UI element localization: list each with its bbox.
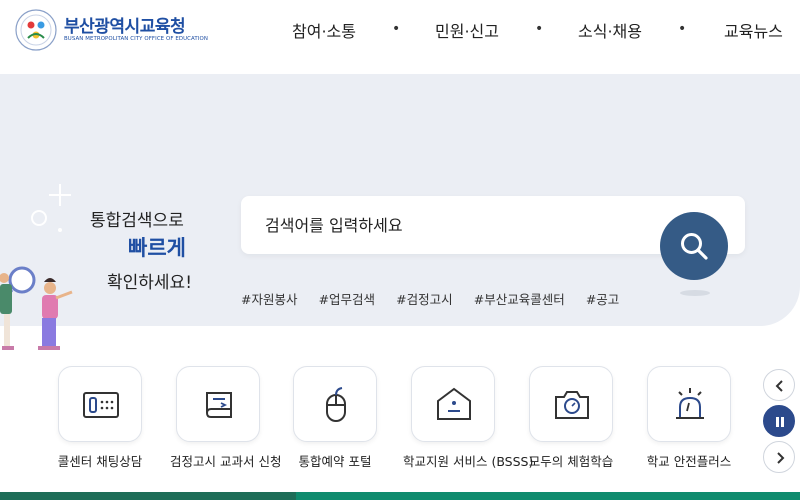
tag-work-search[interactable]: #업무검색 <box>319 289 375 308</box>
popular-tags: #자원봉사 #업무검색 #검정고시 #부산교육콜센터 #공고 <box>241 289 635 307</box>
emblem-icon <box>15 9 57 51</box>
mouse-icon <box>326 387 346 422</box>
nav-news-recruit[interactable]: 소식·채용 <box>578 18 642 42</box>
search-icon <box>681 233 708 260</box>
quick-menu-label: 학교지원 서비스 (BSSS) <box>403 454 534 469</box>
hero-line-1: 통합검색으로 <box>90 211 184 231</box>
school-support-icon <box>437 387 471 420</box>
chat-terminal-icon <box>83 392 119 418</box>
nav-separator: • <box>392 21 401 37</box>
quick-menu-label: 통합예약 포털 <box>298 454 372 469</box>
carousel-next-button[interactable] <box>763 441 795 473</box>
quick-menu-label: 모두의 체험학습 <box>528 454 614 469</box>
quick-menu-label: 학교 안전플러스 <box>646 454 732 469</box>
tag-volunteer[interactable]: #자원봉사 <box>241 289 297 308</box>
nav-participation[interactable]: 참여·소통 <box>292 18 356 42</box>
tag-notice[interactable]: #공고 <box>586 289 619 308</box>
siren-icon <box>676 388 704 419</box>
search-button[interactable] <box>660 212 728 280</box>
quick-menu-bsss[interactable] <box>411 366 495 442</box>
site-header: 부산광역시교육청 BUSAN METROPOLITAN CITY OFFICE … <box>0 0 800 62</box>
site-logo[interactable]: 부산광역시교육청 BUSAN METROPOLITAN CITY OFFICE … <box>14 6 208 54</box>
quick-menu-reservation[interactable] <box>293 366 377 442</box>
nav-separator: • <box>678 21 687 37</box>
nav-civil-complaint[interactable]: 민원·신고 <box>435 18 499 42</box>
sparkle-icon <box>31 184 71 232</box>
pause-icon <box>776 417 784 427</box>
search-button-shadow <box>680 290 710 296</box>
nav-education-news[interactable]: 교육뉴스 <box>724 18 783 42</box>
logo-subtitle: BUSAN METROPOLITAN CITY OFFICE OF EDUCAT… <box>64 36 208 42</box>
nav-separator: • <box>535 21 544 37</box>
quick-menu-school-safety[interactable] <box>647 366 731 442</box>
quick-menu-chat-consult[interactable] <box>58 366 142 442</box>
quick-menu-label: 검정고시 교과서 신청 <box>170 454 282 469</box>
people-illustration-icon <box>0 266 73 350</box>
quick-menu-label: 콜센터 채팅상담 <box>57 454 143 469</box>
tag-qualification-exam[interactable]: #검정고시 <box>396 289 452 308</box>
quick-menu-field-trip[interactable] <box>529 366 613 442</box>
chevron-left-icon <box>775 380 783 392</box>
hero-line-3: 확인하세요! <box>107 273 193 293</box>
book-icon <box>206 392 232 418</box>
carousel-prev-button[interactable] <box>763 369 795 401</box>
search-input[interactable] <box>265 210 655 240</box>
carousel-pause-button[interactable] <box>763 405 795 437</box>
camera-icon <box>555 391 589 419</box>
hero-line-2: 빠르게 <box>128 236 186 260</box>
tag-call-center[interactable]: #부산교육콜센터 <box>474 289 565 308</box>
footer-bar-accent <box>0 492 296 500</box>
logo-title: 부산광역시교육청 <box>64 17 186 37</box>
quick-menu-textbook[interactable] <box>176 366 260 442</box>
chevron-right-icon <box>777 452 785 464</box>
